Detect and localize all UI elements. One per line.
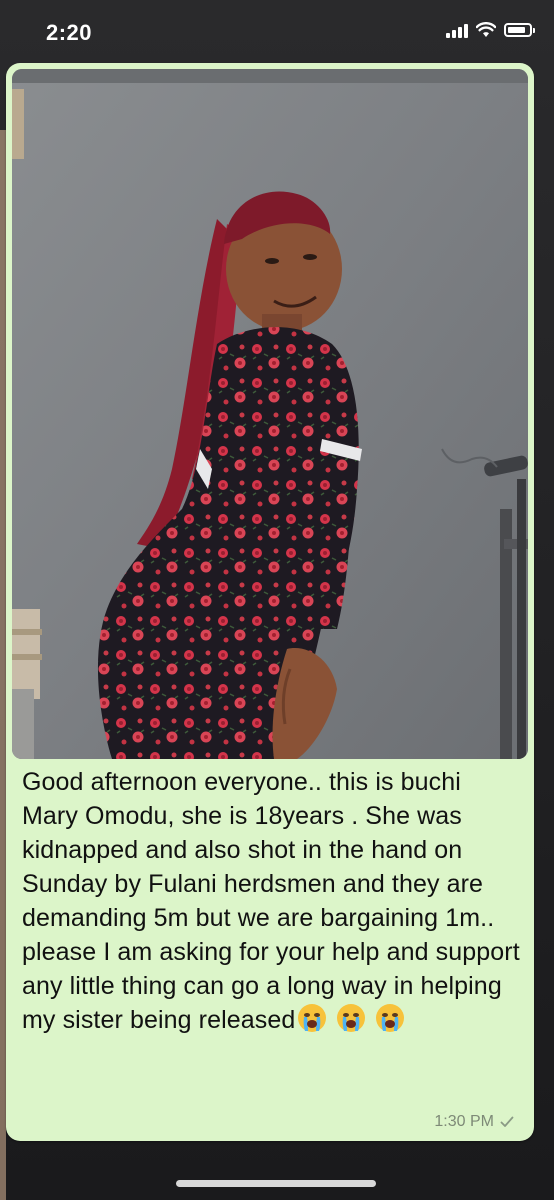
message-bubble[interactable]: Good afternoon everyone.. this is buchi … [6, 63, 534, 1141]
single-check-icon [500, 1116, 514, 1127]
battery-icon [504, 23, 535, 37]
cellular-signal-icon [446, 22, 468, 38]
status-icons [446, 22, 535, 38]
chat-area[interactable]: Good afternoon everyone.. this is buchi … [0, 60, 554, 1200]
crying-face-emoji [375, 1003, 405, 1042]
status-time: 2:20 [46, 20, 93, 45]
message-photo[interactable] [12, 69, 528, 759]
status-bar: 2:20 [0, 0, 554, 66]
crying-face-emoji [336, 1003, 366, 1042]
photo-image [12, 69, 528, 759]
home-indicator[interactable] [176, 1180, 376, 1187]
message-text: Good afternoon everyone.. this is buchi … [22, 768, 520, 1034]
message-timestamp: 1:30 PM [434, 1113, 494, 1130]
battery-fill [508, 27, 525, 33]
message-caption: Good afternoon everyone.. this is buchi … [22, 765, 522, 1042]
phone-screen: 2:20 Good afternoon everyone.. this is b… [0, 0, 554, 1200]
wifi-icon [476, 22, 496, 37]
message-meta: 1:30 PM [434, 1113, 514, 1131]
crying-face-emoji [297, 1003, 327, 1042]
